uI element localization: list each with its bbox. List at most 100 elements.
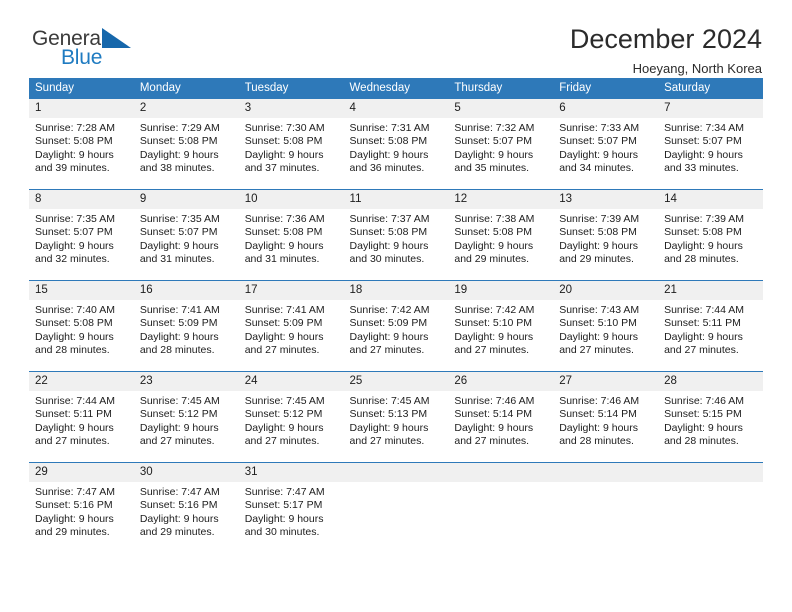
day-details	[448, 482, 553, 486]
calendar-day-cell[interactable]: 31 Sunrise: 7:47 AM Sunset: 5:17 PM Dayligh…	[238, 462, 344, 553]
day-details: Sunrise: 7:40 AM Sunset: 5:08 PM Daylight:…	[29, 300, 134, 358]
daylight-text-line1: Daylight: 9 hours	[454, 421, 534, 434]
sunrise-text: Sunrise: 7:37 AM	[349, 213, 430, 225]
daylight-text-line1: Daylight: 9 hours	[139, 239, 219, 252]
calendar-day-cell[interactable]: 6 Sunrise: 7:33 AM Sunset: 5:07 PM Daylight…	[553, 99, 659, 190]
day-details: Sunrise: 7:33 AM Sunset: 5:07 PM Daylight:…	[553, 118, 658, 176]
day-number: 23	[133, 372, 239, 391]
daylight-text-line2: and 36 minutes.	[349, 162, 425, 175]
sunset-text: Sunset: 5:07 PM	[139, 226, 218, 239]
calendar-day-cell[interactable]: 10 Sunrise: 7:36 AM Sunset: 5:08 PM Dayligh…	[238, 189, 344, 281]
calendar-day-cell[interactable]: 4 Sunrise: 7:31 AM Sunset: 5:08 PM Daylight…	[343, 99, 449, 190]
daylight-text-line2: and 28 minutes.	[559, 435, 634, 448]
sunrise-text: Sunrise: 7:30 AM	[244, 122, 325, 134]
calendar-day-cell[interactable]: 12 Sunrise: 7:38 AM Sunset: 5:08 PM Dayligh…	[448, 189, 554, 281]
daylight-text-line2: and 27 minutes.	[139, 435, 215, 448]
day-number: 27	[553, 372, 659, 391]
sunset-text: Sunset: 5:08 PM	[244, 135, 323, 148]
sunrise-text: Sunrise: 7:44 AM	[664, 304, 745, 316]
daylight-text-line2: and 27 minutes.	[244, 344, 320, 357]
weekday-header-tuesday: Tuesday	[238, 78, 344, 99]
calendar-day-cell[interactable]: 18 Sunrise: 7:42 AM Sunset: 5:09 PM Dayligh…	[343, 280, 449, 372]
calendar-day-cell[interactable]: 28 Sunrise: 7:46 AM Sunset: 5:15 PM Dayligh…	[658, 371, 763, 463]
weekday-header-friday: Friday	[553, 78, 659, 99]
calendar-day-cell[interactable]: 24 Sunrise: 7:45 AM Sunset: 5:12 PM Dayligh…	[238, 371, 344, 463]
sunrise-text: Sunrise: 7:42 AM	[349, 304, 430, 316]
sunrise-text: Sunrise: 7:45 AM	[349, 395, 430, 407]
day-details: Sunrise: 7:41 AM Sunset: 5:09 PM Daylight:…	[239, 300, 344, 358]
logo-triangle-icon	[102, 28, 131, 48]
calendar-day-cell[interactable]: 14 Sunrise: 7:39 AM Sunset: 5:08 PM Dayligh…	[658, 189, 763, 281]
calendar-day-cell[interactable]: 5 Sunrise: 7:32 AM Sunset: 5:07 PM Daylight…	[448, 99, 554, 190]
day-details: Sunrise: 7:30 AM Sunset: 5:08 PM Daylight:…	[239, 118, 344, 176]
calendar-day-cell[interactable]: 3 Sunrise: 7:30 AM Sunset: 5:08 PM Daylight…	[238, 99, 344, 190]
daylight-text-line1: Daylight: 9 hours	[244, 239, 324, 252]
calendar-day-cell-empty	[553, 462, 659, 553]
calendar-day-cell[interactable]: 7 Sunrise: 7:34 AM Sunset: 5:07 PM Daylight…	[658, 99, 763, 190]
day-details: Sunrise: 7:41 AM Sunset: 5:09 PM Daylight:…	[134, 300, 239, 358]
sunrise-text: Sunrise: 7:45 AM	[139, 395, 220, 407]
sunrise-text: Sunrise: 7:47 AM	[139, 486, 220, 498]
sunrise-text: Sunrise: 7:44 AM	[35, 395, 115, 407]
sunset-text: Sunset: 5:12 PM	[139, 408, 218, 421]
day-details: Sunrise: 7:28 AM Sunset: 5:08 PM Daylight:…	[29, 118, 134, 176]
daylight-text-line2: and 28 minutes.	[139, 344, 215, 357]
sunset-text: Sunset: 5:11 PM	[35, 408, 112, 421]
daylight-text-line1: Daylight: 9 hours	[139, 512, 219, 525]
calendar-day-cell[interactable]: 19 Sunrise: 7:42 AM Sunset: 5:10 PM Dayligh…	[448, 280, 554, 372]
calendar-day-cell[interactable]: 22 Sunrise: 7:44 AM Sunset: 5:11 PM Dayligh…	[29, 371, 134, 463]
daylight-text-line2: and 27 minutes.	[454, 435, 530, 448]
sunrise-text: Sunrise: 7:33 AM	[559, 122, 640, 134]
daylight-text-line1: Daylight: 9 hours	[559, 421, 639, 434]
calendar-day-cell[interactable]: 13 Sunrise: 7:39 AM Sunset: 5:08 PM Dayligh…	[553, 189, 659, 281]
sunset-text: Sunset: 5:11 PM	[664, 317, 741, 330]
sunrise-text: Sunrise: 7:41 AM	[244, 304, 325, 316]
calendar-day-cell[interactable]: 29 Sunrise: 7:47 AM Sunset: 5:16 PM Dayligh…	[29, 462, 134, 553]
calendar-day-cell[interactable]: 1 Sunrise: 7:28 AM Sunset: 5:08 PM Daylight…	[29, 99, 134, 190]
sunrise-text: Sunrise: 7:39 AM	[559, 213, 640, 225]
calendar-day-cell[interactable]: 15 Sunrise: 7:40 AM Sunset: 5:08 PM Dayligh…	[29, 280, 134, 372]
day-details: Sunrise: 7:39 AM Sunset: 5:08 PM Daylight:…	[553, 209, 658, 267]
sunrise-text: Sunrise: 7:28 AM	[35, 122, 115, 134]
calendar-day-cell[interactable]: 23 Sunrise: 7:45 AM Sunset: 5:12 PM Dayligh…	[133, 371, 239, 463]
sunrise-text: Sunrise: 7:46 AM	[454, 395, 535, 407]
sunset-text: Sunset: 5:17 PM	[244, 499, 323, 512]
daylight-text-line2: and 39 minutes.	[35, 162, 110, 175]
day-number: 13	[553, 190, 659, 209]
daylight-text-line1: Daylight: 9 hours	[559, 239, 639, 252]
calendar-day-cell[interactable]: 16 Sunrise: 7:41 AM Sunset: 5:09 PM Dayligh…	[133, 280, 239, 372]
day-number: 5	[448, 99, 554, 118]
sunrise-text: Sunrise: 7:35 AM	[139, 213, 220, 225]
day-number	[448, 463, 554, 482]
calendar-day-cell[interactable]: 11 Sunrise: 7:37 AM Sunset: 5:08 PM Dayligh…	[343, 189, 449, 281]
sunset-text: Sunset: 5:14 PM	[559, 408, 637, 421]
daylight-text-line2: and 29 minutes.	[139, 526, 215, 539]
sunset-text: Sunset: 5:07 PM	[664, 135, 742, 148]
calendar-day-cell[interactable]: 30 Sunrise: 7:47 AM Sunset: 5:16 PM Dayligh…	[133, 462, 239, 553]
sunrise-text: Sunrise: 7:45 AM	[244, 395, 325, 407]
day-details: Sunrise: 7:42 AM Sunset: 5:10 PM Daylight:…	[448, 300, 553, 358]
page-header: General Blue December 2024 Hoeyang, Nort…	[29, 0, 763, 76]
day-number: 11	[343, 190, 449, 209]
day-number: 25	[343, 372, 449, 391]
daylight-text-line1: Daylight: 9 hours	[349, 421, 429, 434]
day-number	[658, 463, 763, 482]
calendar-day-cell[interactable]: 9 Sunrise: 7:35 AM Sunset: 5:07 PM Daylight…	[133, 189, 239, 281]
daylight-text-line2: and 29 minutes.	[559, 253, 634, 266]
calendar-page: General Blue December 2024 Hoeyang, Nort…	[0, 0, 792, 612]
sunset-text: Sunset: 5:09 PM	[349, 317, 428, 330]
day-number: 6	[553, 99, 659, 118]
calendar-day-cell[interactable]: 17 Sunrise: 7:41 AM Sunset: 5:09 PM Dayligh…	[238, 280, 344, 372]
sunset-text: Sunset: 5:07 PM	[454, 135, 533, 148]
calendar-day-cell[interactable]: 2 Sunrise: 7:29 AM Sunset: 5:08 PM Daylight…	[133, 99, 239, 190]
sunrise-text: Sunrise: 7:46 AM	[559, 395, 640, 407]
calendar-day-cell-empty	[658, 462, 763, 553]
calendar-day-cell[interactable]: 27 Sunrise: 7:46 AM Sunset: 5:14 PM Dayligh…	[553, 371, 659, 463]
sunset-text: Sunset: 5:08 PM	[664, 226, 742, 239]
calendar-day-cell[interactable]: 25 Sunrise: 7:45 AM Sunset: 5:13 PM Dayligh…	[343, 371, 449, 463]
calendar-day-cell[interactable]: 8 Sunrise: 7:35 AM Sunset: 5:07 PM Daylight…	[29, 189, 134, 281]
daylight-text-line1: Daylight: 9 hours	[559, 330, 639, 343]
calendar-day-cell[interactable]: 20 Sunrise: 7:43 AM Sunset: 5:10 PM Dayligh…	[553, 280, 659, 372]
calendar-day-cell[interactable]: 21 Sunrise: 7:44 AM Sunset: 5:11 PM Dayligh…	[658, 280, 763, 372]
calendar-day-cell[interactable]: 26 Sunrise: 7:46 AM Sunset: 5:14 PM Dayligh…	[448, 371, 554, 463]
